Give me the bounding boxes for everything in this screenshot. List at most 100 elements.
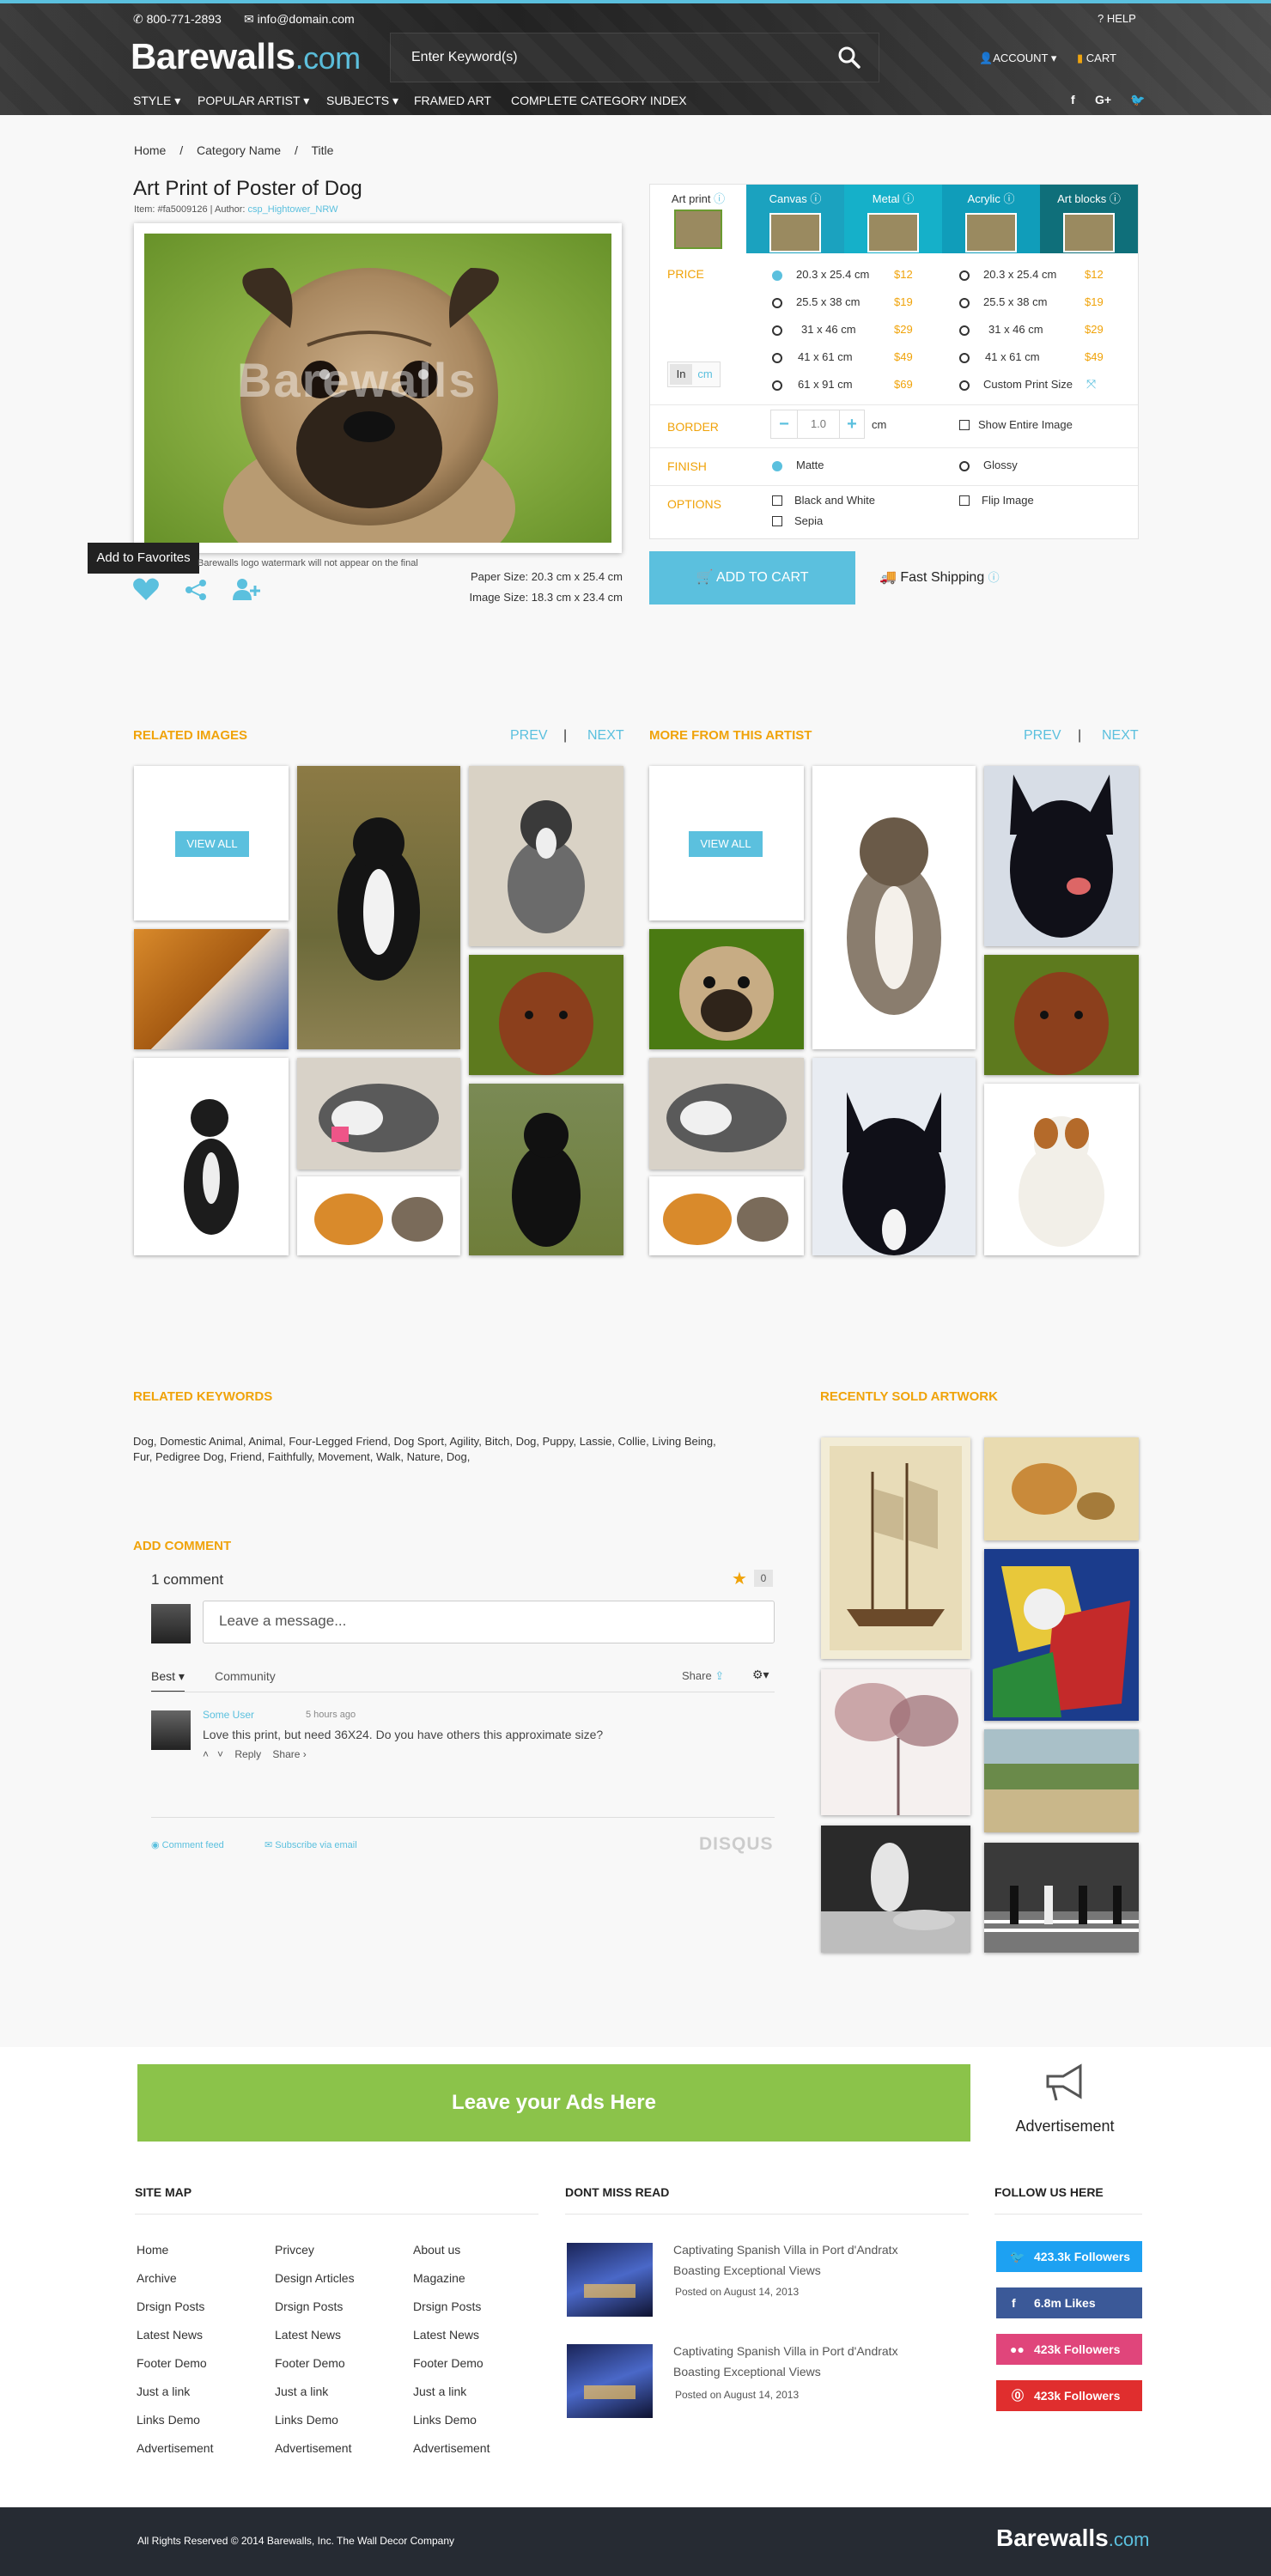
sitemap-link[interactable]: Footer Demo: [137, 2349, 213, 2378]
artist-image[interactable]: [649, 1176, 804, 1255]
tab-community[interactable]: Community: [215, 1669, 276, 1683]
email-contact[interactable]: ✉ info@domain.com: [244, 12, 355, 27]
show-entire-checkbox[interactable]: [959, 420, 970, 430]
ad-banner[interactable]: Leave your Ads Here: [137, 2064, 970, 2142]
size-radio[interactable]: [959, 270, 970, 281]
sitemap-link[interactable]: Advertisement: [137, 2434, 213, 2463]
artist-image[interactable]: [649, 1058, 804, 1170]
google-plus-icon[interactable]: G+: [1095, 93, 1111, 106]
sitemap-link[interactable]: Links Demo: [275, 2406, 355, 2434]
artist-image[interactable]: [649, 929, 804, 1049]
share-button[interactable]: Share ⇪: [682, 1669, 724, 1683]
related-image[interactable]: [469, 766, 623, 946]
sepia-checkbox[interactable]: [772, 516, 782, 526]
nav-subjects[interactable]: SUBJECTS ▾: [326, 94, 398, 108]
size-radio[interactable]: [959, 298, 970, 308]
star-icon[interactable]: ★: [732, 1568, 747, 1589]
author-link[interactable]: csp_Hightower_NRW: [248, 204, 338, 215]
help-link[interactable]: ? HELP: [1098, 12, 1136, 25]
size-radio[interactable]: [772, 325, 782, 336]
artist-image[interactable]: [984, 766, 1139, 946]
sold-artwork[interactable]: [984, 1549, 1139, 1721]
share-link[interactable]: Share ›: [272, 1748, 306, 1760]
related-image[interactable]: [297, 1058, 460, 1170]
search-icon[interactable]: [837, 46, 861, 70]
comment-user[interactable]: Some User: [203, 1709, 254, 1721]
sitemap-link[interactable]: Just a link: [413, 2378, 490, 2406]
bw-checkbox[interactable]: [772, 495, 782, 506]
nav-category-index[interactable]: COMPLETE CATEGORY INDEX: [511, 94, 687, 107]
related-image[interactable]: [469, 1084, 623, 1255]
tab-acrylic[interactable]: Acrylic ⓘ: [942, 185, 1040, 253]
artist-image[interactable]: [812, 1058, 976, 1255]
cart-link[interactable]: ▮ CART: [1077, 52, 1116, 65]
sitemap-link[interactable]: About us: [413, 2236, 490, 2264]
tab-metal[interactable]: Metal ⓘ: [844, 185, 942, 253]
subscribe-link[interactable]: ✉ Subscribe via email: [265, 1839, 357, 1850]
sold-artwork[interactable]: [984, 1437, 1139, 1540]
sitemap-link[interactable]: Links Demo: [413, 2406, 490, 2434]
sitemap-link[interactable]: Latest News: [137, 2321, 213, 2349]
info-icon[interactable]: ⓘ: [988, 571, 1000, 584]
unit-cm[interactable]: cm: [694, 364, 716, 385]
custom-size-radio[interactable]: [959, 380, 970, 391]
finish-glossy-radio[interactable]: [959, 461, 970, 471]
sold-artwork[interactable]: [821, 1669, 970, 1815]
size-radio[interactable]: [959, 325, 970, 336]
artist-image[interactable]: [984, 1084, 1139, 1255]
account-menu[interactable]: 👤ACCOUNT ▾: [979, 52, 1056, 65]
flip-checkbox[interactable]: [959, 495, 970, 506]
search-input[interactable]: [391, 33, 820, 82]
gear-icon[interactable]: ⚙▾: [752, 1668, 769, 1682]
sold-artwork[interactable]: [984, 1729, 1139, 1832]
site-logo[interactable]: Barewalls.com: [131, 36, 361, 77]
nav-popular-artist[interactable]: POPULAR ARTIST ▾: [198, 94, 309, 108]
sitemap-link[interactable]: Just a link: [275, 2378, 355, 2406]
tab-best[interactable]: Best ▾: [151, 1669, 185, 1692]
tab-art-blocks[interactable]: Art blocks ⓘ: [1040, 185, 1138, 253]
related-image[interactable]: [297, 1176, 460, 1255]
finish-matte-radio[interactable]: [772, 461, 782, 471]
sitemap-link[interactable]: Privcey: [275, 2236, 355, 2264]
article-title[interactable]: Captivating Spanish Villa in Port d'Andr…: [673, 2341, 898, 2382]
border-minus[interactable]: −: [771, 410, 797, 438]
related-image[interactable]: [469, 955, 623, 1075]
fast-shipping[interactable]: 🚚 Fast Shipping ⓘ: [879, 568, 1000, 586]
facebook-icon[interactable]: f: [1071, 93, 1075, 106]
nav-framed-art[interactable]: FRAMED ART: [414, 94, 491, 107]
sitemap-link[interactable]: Footer Demo: [275, 2349, 355, 2378]
comment-input[interactable]: Leave a message...: [203, 1601, 775, 1643]
footer-logo[interactable]: Barewalls.com: [996, 2524, 1149, 2552]
flickr-follow[interactable]: ●● 423k Followers: [996, 2334, 1142, 2365]
related-prev[interactable]: PREV: [510, 728, 548, 744]
phone-contact[interactable]: ✆ 800-771-2893: [133, 12, 222, 27]
tab-canvas[interactable]: Canvas ⓘ: [746, 185, 844, 253]
breadcrumb-home[interactable]: Home: [134, 143, 166, 157]
sitemap-link[interactable]: Drsign Posts: [137, 2293, 213, 2321]
upvote-icon[interactable]: ˄: [203, 1748, 209, 1760]
main-artwork[interactable]: Barewalls: [134, 223, 622, 553]
sitemap-link[interactable]: Drsign Posts: [413, 2293, 490, 2321]
size-radio[interactable]: [772, 353, 782, 363]
tab-art-print[interactable]: Art print ⓘ: [650, 185, 746, 253]
article-title[interactable]: Captivating Spanish Villa in Port d'Andr…: [673, 2239, 898, 2281]
related-next[interactable]: NEXT: [587, 728, 624, 744]
sitemap-link[interactable]: Just a link: [137, 2378, 213, 2406]
pinterest-follow[interactable]: ⓪ 423k Followers: [996, 2380, 1142, 2411]
sitemap-link[interactable]: Latest News: [275, 2321, 355, 2349]
view-all-button[interactable]: VIEW ALL: [175, 831, 249, 857]
artist-image[interactable]: [984, 955, 1139, 1075]
facebook-follow[interactable]: f 6.8m Likes: [996, 2287, 1142, 2318]
nav-style[interactable]: STYLE ▾: [133, 94, 180, 108]
related-image[interactable]: [134, 1058, 289, 1255]
artist-image[interactable]: [812, 766, 976, 1049]
sitemap-link[interactable]: Latest News: [413, 2321, 490, 2349]
sitemap-link[interactable]: Footer Demo: [413, 2349, 490, 2378]
comment-feed-link[interactable]: ◉ Comment feed: [151, 1839, 224, 1850]
article-thumb[interactable]: [567, 2243, 653, 2317]
sitemap-link[interactable]: Design Articles: [275, 2264, 355, 2293]
twitter-icon[interactable]: 🐦: [1130, 93, 1145, 107]
size-radio[interactable]: [959, 353, 970, 363]
sitemap-link[interactable]: Magazine: [413, 2264, 490, 2293]
border-plus[interactable]: +: [840, 410, 864, 438]
